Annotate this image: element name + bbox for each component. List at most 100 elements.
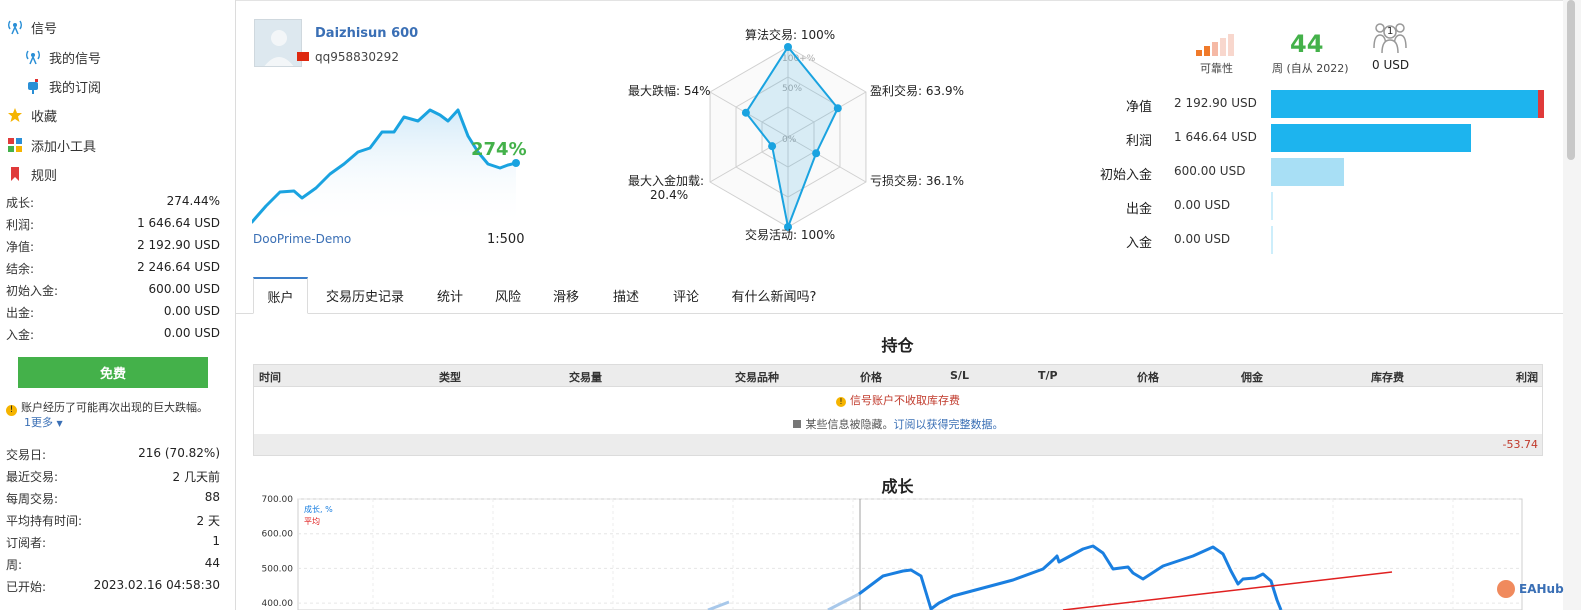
- signal-tower-icon: [24, 48, 42, 66]
- scrollbar-thumb[interactable]: [1567, 0, 1575, 160]
- bar-row-initial-deposit: 初始入金 600.00 USD: [1100, 158, 1560, 186]
- warning-text: 账户经历了可能再次出现的巨大跌幅。: [21, 401, 208, 414]
- tab-divider: [236, 313, 253, 314]
- bar-row-withdrawals: 出金 0.00 USD: [1100, 192, 1560, 220]
- nav-add-widget[interactable]: 添加小工具: [6, 134, 96, 156]
- top-border: [236, 0, 1581, 3]
- positions-title: 持仓: [881, 336, 914, 355]
- tab-reviews[interactable]: 评论: [663, 277, 709, 314]
- tab-bar: 账户 交易历史记录 统计 风险 滑移 描述 评论 有什么新闻吗?: [253, 277, 1563, 314]
- widget-icon: [6, 136, 24, 154]
- nav-label: 信号: [31, 21, 58, 37]
- radar-label-load-value: 20.4%: [650, 188, 689, 202]
- col-price: 价格: [860, 371, 882, 384]
- stat-growth: 成长: 274.44%: [6, 194, 220, 210]
- chart-y-tick-label: 700.00: [262, 495, 294, 505]
- tab-description[interactable]: 描述: [603, 277, 649, 314]
- col-time: 时间: [259, 371, 281, 384]
- legend-average: 平均: [304, 516, 320, 526]
- nav-signals[interactable]: 信号: [6, 16, 57, 38]
- nav-my-signals[interactable]: 我的信号: [24, 46, 101, 68]
- tab-news[interactable]: 有什么新闻吗?: [721, 277, 827, 314]
- reliability-label: 可靠性: [1200, 62, 1233, 75]
- positions-header-row: 时间 类型 交易量 交易品种 价格 S/L T/P 价格 佣金 库存费 利润: [254, 365, 1542, 387]
- tab-risks[interactable]: 风险: [485, 277, 531, 314]
- col-volume: 交易量: [569, 371, 602, 384]
- tab-account[interactable]: 账户: [253, 277, 308, 314]
- nav-label: 我的信号: [49, 51, 102, 67]
- nav-label: 添加小工具: [31, 139, 97, 155]
- radar-chart: 100+% 50% 0% 算法交易: 100% 盈利交易: 63.9% 亏损交易: …: [620, 20, 980, 250]
- stat-started: 已开始: 2023.02.16 04:58:30: [6, 578, 220, 594]
- subscribers-icon: 1: [1372, 18, 1408, 54]
- stat-avg-holding: 平均持有时间: 2 天: [6, 514, 220, 528]
- profit-bar: [1271, 124, 1471, 152]
- mini-growth-chart: [252, 108, 520, 227]
- nav-my-subscriptions[interactable]: 我的订阅: [24, 75, 101, 97]
- stat-trading-days: 交易日: 216 (70.82%): [6, 446, 220, 462]
- stat-balance: 结余: 2 246.64 USD: [6, 260, 220, 276]
- radar-label-algo: 算法交易: 100%: [745, 28, 836, 42]
- subscribers-value: 0 USD: [1372, 58, 1410, 72]
- hidden-info-notice: 某些信息被隐藏。订阅以获得完整数据。: [254, 416, 1542, 432]
- scrollbar[interactable]: [1563, 0, 1581, 610]
- signal-tower-icon: [6, 18, 24, 36]
- col-commission: 佣金: [1241, 371, 1263, 384]
- mailbox-icon: [24, 77, 42, 95]
- col-tp: T/P: [1038, 369, 1058, 382]
- col-price-close: 价格: [1137, 371, 1159, 384]
- tab-trade-history[interactable]: 交易历史记录: [315, 277, 415, 314]
- radar-point-drawdown: [741, 108, 750, 117]
- growth-chart: 700.00 600.00 500.00 400.00 成长, % 平均: [262, 495, 1523, 610]
- radar-point-loss: [812, 149, 821, 158]
- swap-notice: ! 信号账户不收取库存费: [254, 392, 1542, 408]
- stat-profit: 利润: 1 646.64 USD: [6, 216, 220, 232]
- stat-weeks: 周: 44: [6, 556, 220, 572]
- bar-row-equity: 净值 2 192.90 USD: [1100, 90, 1560, 118]
- col-swap: 库存费: [1371, 371, 1404, 384]
- equity-loss-bar: [1538, 90, 1544, 118]
- avatar[interactable]: [254, 19, 302, 67]
- radar-label-loss: 亏损交易: 36.1%: [870, 174, 964, 188]
- china-flag-icon: [297, 52, 309, 61]
- col-symbol: 交易品种: [735, 371, 779, 384]
- nav-favorites[interactable]: 收藏: [6, 104, 57, 126]
- warning-icon: !: [6, 405, 17, 416]
- tab-statistics[interactable]: 统计: [425, 277, 475, 314]
- chevron-down-icon: ▼: [56, 419, 63, 428]
- drawdown-warning: ! 账户经历了可能再次出现的巨大跌幅。 1更多 ▼: [6, 401, 230, 431]
- account-username: qq958830292: [315, 50, 399, 64]
- legend-growth: 成长, %: [304, 504, 333, 514]
- broker-link[interactable]: DooPrime-Demo: [253, 232, 351, 246]
- growth-percent: 274%: [471, 139, 527, 160]
- lock-icon: [792, 420, 801, 428]
- radar-svg: 100+%50%0%: [709, 43, 867, 231]
- warning-icon: !: [836, 397, 846, 407]
- chart-plot-area: [297, 498, 1523, 610]
- free-subscribe-button[interactable]: 免费: [18, 357, 208, 388]
- stat-initial-deposit: 初始入金: 600.00 USD: [6, 282, 220, 298]
- sidebar: 信号 我的信号 我的订阅 收藏 添加小工具 规则 成长: 274.44% 利润: 1…: [0, 0, 236, 610]
- subscribe-link[interactable]: 订阅以获得完整数据。: [894, 418, 1004, 431]
- bookmark-icon: [6, 165, 24, 183]
- chart-y-ticks: 700.00 600.00 500.00 400.00: [262, 495, 294, 609]
- bar-row-deposits: 入金 0.00 USD: [1100, 226, 1560, 254]
- eahub-watermark: EAHub: [1497, 580, 1564, 598]
- radar-label-drawdown: 最大跌幅: 54%: [628, 84, 711, 98]
- tab-slippage[interactable]: 滑移: [543, 277, 589, 314]
- more-link[interactable]: 1更多 ▼: [6, 416, 63, 429]
- radar-label-activity: 交易活动: 100%: [745, 228, 836, 242]
- positions-table: 时间 类型 交易量 交易品种 价格 S/L T/P 价格 佣金 库存费 利润 !…: [253, 364, 1543, 456]
- chart-y-tick-label: 400.00: [262, 599, 294, 609]
- stat-equity: 净值: 2 192.90 USD: [6, 238, 220, 254]
- account-name-link[interactable]: Daizhisun 600: [315, 26, 418, 41]
- nav-rules[interactable]: 规则: [6, 163, 57, 185]
- nav-label: 我的订阅: [49, 80, 102, 96]
- positions-total-profit: -53.74: [1502, 438, 1538, 451]
- col-profit: 利润: [1516, 371, 1538, 384]
- radar-point-profit: [833, 104, 842, 113]
- radar-point-algo: [784, 43, 792, 51]
- deposits-bar: [1271, 226, 1273, 254]
- mini-chart-endpoint: [512, 159, 520, 167]
- chart-y-tick-label: 500.00: [262, 564, 294, 574]
